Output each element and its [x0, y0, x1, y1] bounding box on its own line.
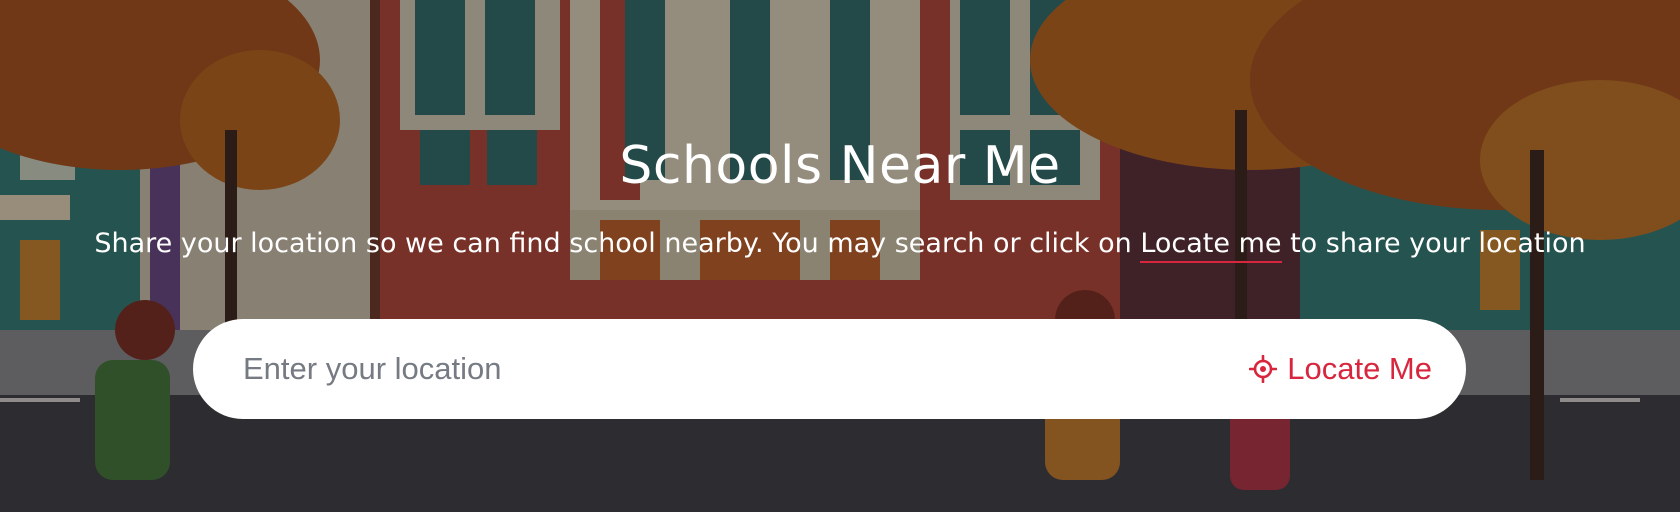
locate-me-label: Locate Me — [1287, 351, 1432, 386]
hero-section: Schools Near Me Share your location so w… — [0, 0, 1680, 512]
location-input[interactable] — [241, 338, 1250, 400]
page-subtitle: Share your location so we can find schoo… — [0, 226, 1680, 263]
subtitle-text-before: Share your location so we can find schoo… — [94, 228, 1141, 259]
locate-me-button[interactable]: Locate Me — [1249, 351, 1432, 387]
locate-me-link[interactable]: Locate me — [1140, 228, 1282, 263]
subtitle-text-after: to share your location — [1281, 228, 1586, 259]
hero-content: Schools Near Me Share your location so w… — [0, 0, 1680, 512]
location-search-bar: Locate Me — [193, 319, 1466, 419]
crosshair-icon — [1249, 355, 1278, 383]
page-title: Schools Near Me — [619, 136, 1061, 196]
